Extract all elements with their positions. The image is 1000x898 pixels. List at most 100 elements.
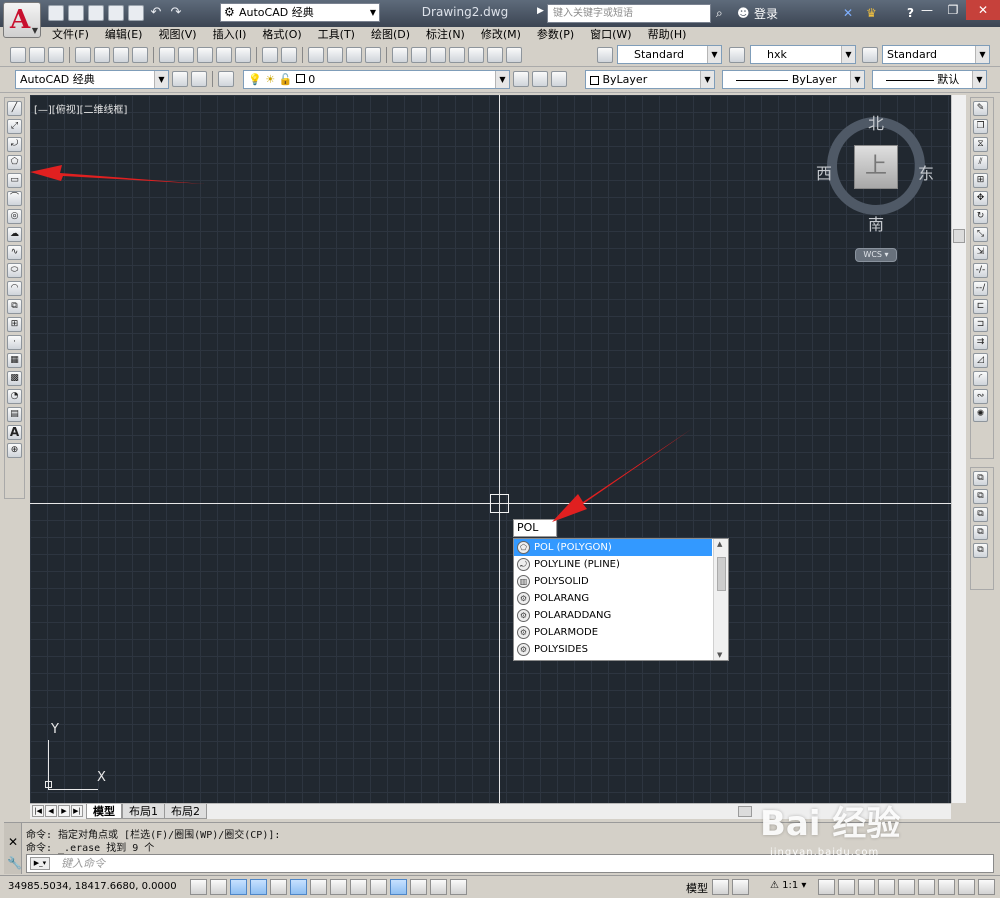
viewcube-top-face[interactable]: 上 bbox=[854, 145, 898, 189]
trim-icon[interactable]: -/- bbox=[973, 263, 988, 278]
menu-file[interactable]: 文件(F) bbox=[44, 27, 97, 43]
zoom-window-icon[interactable] bbox=[346, 47, 362, 63]
undo-icon[interactable] bbox=[262, 47, 278, 63]
zoom-realtime-icon[interactable] bbox=[327, 47, 343, 63]
wrench-icon[interactable]: 🔧 bbox=[7, 856, 22, 870]
workspace-settings-icon[interactable] bbox=[172, 71, 188, 87]
insert-block-icon[interactable]: ⧉ bbox=[7, 299, 22, 314]
3d-object-snap-icon[interactable] bbox=[310, 879, 327, 895]
bring-to-front-icon[interactable]: ⧉ bbox=[973, 471, 988, 486]
command-autocomplete-list[interactable]: ⬠ POL (POLYGON) ⤾ POLYLINE (PLINE) ▥ POLYSO… bbox=[513, 538, 729, 661]
compass-east[interactable]: 东 bbox=[918, 160, 934, 184]
scroll-up-icon[interactable]: ▲ bbox=[717, 540, 722, 548]
tool-palettes-icon[interactable] bbox=[430, 47, 446, 63]
menu-insert[interactable]: 插入(I) bbox=[205, 27, 255, 43]
polygon-icon[interactable]: ⬠ bbox=[7, 155, 22, 170]
gradient-icon[interactable]: ▩ bbox=[7, 371, 22, 386]
polyline-icon[interactable]: ⤾ bbox=[7, 137, 22, 152]
help-button[interactable]: ? bbox=[907, 5, 914, 21]
point-icon[interactable]: · bbox=[7, 335, 22, 350]
autocomplete-item[interactable]: ⤾ POLYLINE (PLINE) bbox=[514, 556, 712, 573]
save-icon[interactable] bbox=[48, 47, 64, 63]
recent-commands-icon[interactable]: ▶_▾ bbox=[30, 857, 50, 870]
rectangle-icon[interactable]: ▭ bbox=[7, 173, 22, 188]
application-menu-button[interactable]: A ▼ bbox=[3, 2, 41, 38]
infer-constraints-icon[interactable] bbox=[190, 879, 207, 895]
snap-mode-icon[interactable] bbox=[210, 879, 227, 895]
exchange-icon[interactable]: ✕ bbox=[843, 5, 853, 21]
ortho-mode-icon[interactable] bbox=[250, 879, 267, 895]
scroll-down-icon[interactable]: ▼ bbox=[717, 651, 722, 659]
erase-icon[interactable]: ✎ bbox=[973, 101, 988, 116]
object-snap-icon[interactable] bbox=[290, 879, 307, 895]
selection-cycling-icon[interactable] bbox=[450, 879, 467, 895]
rotate-icon[interactable]: ↻ bbox=[973, 209, 988, 224]
isolate-objects-icon[interactable] bbox=[918, 879, 935, 895]
stretch-icon[interactable]: ⇲ bbox=[973, 245, 988, 260]
circle-icon[interactable]: ◎ bbox=[7, 209, 22, 224]
vertical-scrollbar[interactable] bbox=[951, 95, 966, 803]
last-tab-icon[interactable]: ▶| bbox=[71, 805, 83, 817]
autocomplete-scrollbar[interactable]: ▲ ▼ bbox=[713, 539, 728, 660]
grid-display-icon[interactable] bbox=[230, 879, 247, 895]
hardware-acceleration-icon[interactable] bbox=[898, 879, 915, 895]
allow-ucs-icon[interactable] bbox=[350, 879, 367, 895]
move-icon[interactable]: ✥ bbox=[973, 191, 988, 206]
markup-icon[interactable] bbox=[468, 47, 484, 63]
chamfer-icon[interactable]: ◿ bbox=[973, 353, 988, 368]
new-file-icon[interactable] bbox=[48, 5, 64, 21]
scale-icon[interactable]: ⤡ bbox=[973, 227, 988, 242]
menu-dimension[interactable]: 标注(N) bbox=[418, 27, 473, 43]
table-icon[interactable]: ▤ bbox=[7, 407, 22, 422]
redo-icon[interactable] bbox=[281, 47, 297, 63]
redo-icon[interactable]: ↷ bbox=[168, 5, 184, 21]
join-icon[interactable]: ⇉ bbox=[973, 335, 988, 350]
break-at-point-icon[interactable]: ⊏ bbox=[973, 299, 988, 314]
lock-ui-icon[interactable] bbox=[878, 879, 895, 895]
layer-properties-icon[interactable] bbox=[218, 71, 234, 87]
lineweight-display-icon[interactable] bbox=[390, 879, 407, 895]
open-icon[interactable] bbox=[29, 47, 45, 63]
add-selected-icon[interactable]: ⊕ bbox=[7, 443, 22, 458]
ellipse-icon[interactable]: ⬭ bbox=[7, 263, 22, 278]
offset-icon[interactable]: ⫽ bbox=[973, 155, 988, 170]
open-file-icon[interactable] bbox=[68, 5, 84, 21]
make-current-icon[interactable] bbox=[513, 71, 529, 87]
auto-scale-icon[interactable] bbox=[838, 879, 855, 895]
close-icon[interactable]: ✕ bbox=[8, 835, 18, 849]
cut-icon[interactable] bbox=[159, 47, 175, 63]
next-tab-icon[interactable]: ▶ bbox=[58, 805, 70, 817]
zoom-previous-icon[interactable] bbox=[365, 47, 381, 63]
coordinates-readout[interactable]: 34985.5034, 18417.6680, 0.0000 bbox=[8, 881, 177, 892]
send-under-icon[interactable]: ⧉ bbox=[973, 525, 988, 540]
color-select[interactable]: ByLayer ▼ bbox=[585, 70, 715, 89]
pan-icon[interactable] bbox=[308, 47, 324, 63]
block-editor-icon[interactable] bbox=[235, 47, 251, 63]
compass-south[interactable]: 南 bbox=[868, 211, 884, 235]
properties-icon[interactable] bbox=[392, 47, 408, 63]
send-to-back-icon[interactable]: ⧉ bbox=[973, 489, 988, 504]
search-input[interactable]: 键入关键字或短语 bbox=[547, 4, 711, 23]
bring-above-icon[interactable]: ⧉ bbox=[973, 507, 988, 522]
quick-view-layouts-icon[interactable] bbox=[712, 879, 729, 895]
clean-screen-icon[interactable] bbox=[978, 879, 995, 895]
region-icon[interactable]: ◔ bbox=[7, 389, 22, 404]
extend-icon[interactable]: --/ bbox=[973, 281, 988, 296]
copy-icon[interactable] bbox=[178, 47, 194, 63]
ellipse-arc-icon[interactable]: ◠ bbox=[7, 281, 22, 296]
annotation-scale[interactable]: ⚠ 1:1 ▾ bbox=[770, 880, 806, 891]
scroll-thumb[interactable] bbox=[953, 229, 965, 243]
model-space-button[interactable]: 模型 bbox=[686, 880, 708, 896]
break-icon[interactable]: ⊐ bbox=[973, 317, 988, 332]
array-icon[interactable]: ⊞ bbox=[973, 173, 988, 188]
undo-icon[interactable]: ↶ bbox=[148, 5, 164, 21]
command-window-handle[interactable]: ✕ 🔧 bbox=[4, 823, 22, 874]
layer-select[interactable]: 💡 ☀ 🔓 0 ▼ bbox=[243, 70, 510, 89]
plot-icon[interactable] bbox=[75, 47, 91, 63]
spline-icon[interactable]: ∿ bbox=[7, 245, 22, 260]
autocomplete-item[interactable]: ⚙ POLARMODE bbox=[514, 624, 712, 641]
dynamic-input-field[interactable]: POL bbox=[513, 519, 557, 537]
favorites-icon[interactable]: ♛ bbox=[866, 5, 877, 21]
print-icon[interactable] bbox=[128, 5, 144, 21]
menu-modify[interactable]: 修改(M) bbox=[473, 27, 529, 43]
